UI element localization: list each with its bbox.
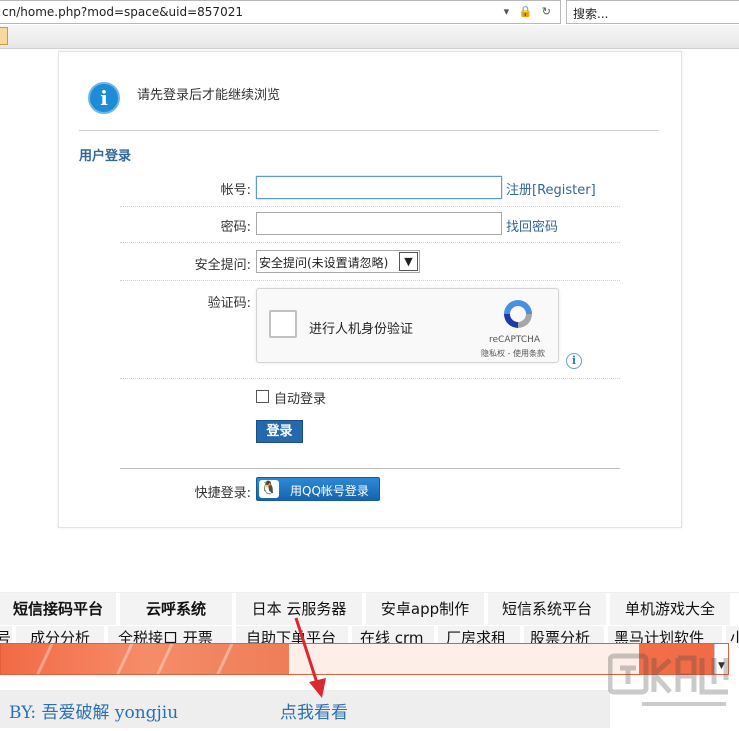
search-placeholder: 搜索... <box>573 7 609 21</box>
captcha-label: 验证码: <box>207 296 251 311</box>
ad-link[interactable]: 云呼系统 <box>120 593 236 625</box>
section-title: 用户登录 <box>79 149 132 164</box>
divider <box>120 468 620 469</box>
password-input[interactable] <box>256 212 502 235</box>
url-text: cn/home.php?mod=space&uid=857021 <box>2 5 243 19</box>
banner-stripe <box>108 644 137 674</box>
banner-stripe <box>28 644 57 674</box>
ad-link[interactable]: 股票分析 <box>524 626 608 643</box>
ad-link[interactable]: 自助下单平台 <box>236 626 352 643</box>
row-divider <box>120 206 620 207</box>
address-bar-controls[interactable]: ▾ 🔒 ↻ <box>504 5 554 18</box>
security-question-label: 安全提问: <box>194 258 251 273</box>
forgot-password-link[interactable]: 找回密码 <box>506 216 558 235</box>
banner-light-area <box>289 644 639 674</box>
ad-link[interactable]: 号 <box>0 626 16 643</box>
ad-link[interactable]: 全税接口 开票 <box>108 626 236 643</box>
security-question-value: 安全提问(未设置请忽略) <box>259 256 389 270</box>
row-divider <box>120 280 620 281</box>
address-bar[interactable]: cn/home.php?mod=space&uid=857021 ▾ 🔒 ↻ <box>0 0 561 24</box>
ad-link[interactable]: 成分分析 <box>16 626 108 643</box>
ad-link[interactable]: 厂房求租 <box>438 626 524 643</box>
tab-strip <box>0 25 739 49</box>
row-divider <box>120 242 620 243</box>
divider <box>79 130 659 131</box>
info-icon: i <box>88 82 120 114</box>
security-question-select[interactable]: 安全提问(未设置请忽略) ▼ <box>256 250 420 273</box>
captcha-help-icon[interactable]: i <box>566 353 582 369</box>
chevron-down-icon[interactable]: ▼ <box>399 252 418 271</box>
auto-login-label[interactable]: 自动登录 <box>274 388 326 407</box>
recaptcha-checkbox[interactable] <box>269 310 297 338</box>
account-label: 帐号: <box>220 183 251 198</box>
ad-link[interactable]: 短信系统平台 <box>488 593 610 625</box>
tab-favicon-icon[interactable] <box>0 27 8 45</box>
click-me-link[interactable]: 点我看看 <box>280 698 348 723</box>
ad-link[interactable]: 黑马计划软件 <box>608 626 726 643</box>
recaptcha-text: 进行人机身份验证 <box>309 322 414 337</box>
login-required-notice: 请先登录后才能继续浏览 <box>137 88 281 103</box>
search-input[interactable]: 搜索... <box>566 0 739 24</box>
site-watermark-logo-icon <box>608 653 729 706</box>
password-label: 密码: <box>220 220 251 235</box>
login-button[interactable]: 登录 <box>256 420 303 443</box>
qq-penguin-icon: 🐧 <box>259 480 279 498</box>
qq-login-button[interactable]: 🐧 用QQ帐号登录 <box>256 477 380 501</box>
ad-link[interactable]: 在线 crm <box>352 626 438 643</box>
recaptcha-brand: reCAPTCHA <box>489 335 541 345</box>
ad-link[interactable]: 日本 云服务器 <box>236 593 366 625</box>
banner-stripe <box>148 644 177 674</box>
recaptcha-widget: 进行人机身份验证 reCAPTCHA 隐私权 - 使用条款 <box>256 288 559 363</box>
ad-link[interactable]: 短信接码平台 <box>0 593 120 625</box>
row-divider <box>120 378 620 379</box>
author-credit: BY: 吾爱破解 yongjiu <box>9 703 179 723</box>
account-input[interactable] <box>256 176 502 199</box>
ad-links-row-2: 号 成分分析 全税接口 开票 自助下单平台 在线 crm 厂房求租 股票分析 黑… <box>0 626 739 643</box>
ad-link[interactable]: 安卓app制作 <box>366 593 488 625</box>
ad-links-row-1: 短信接码平台 云呼系统 日本 云服务器 安卓app制作 短信系统平台 单机游戏大… <box>0 592 739 625</box>
recaptcha-logo-icon <box>504 300 532 328</box>
qq-login-label: 用QQ帐号登录 <box>290 484 369 498</box>
recaptcha-terms[interactable]: 隐私权 - 使用条款 <box>481 348 545 359</box>
ad-link[interactable]: 小 <box>726 626 739 643</box>
register-link[interactable]: 注册[Register] <box>506 179 596 198</box>
banner-stripe <box>208 644 237 674</box>
quick-login-label: 快捷登录: <box>194 486 251 501</box>
auto-login-checkbox[interactable] <box>256 390 269 403</box>
ad-link[interactable]: 单机游戏大全 <box>610 593 734 625</box>
